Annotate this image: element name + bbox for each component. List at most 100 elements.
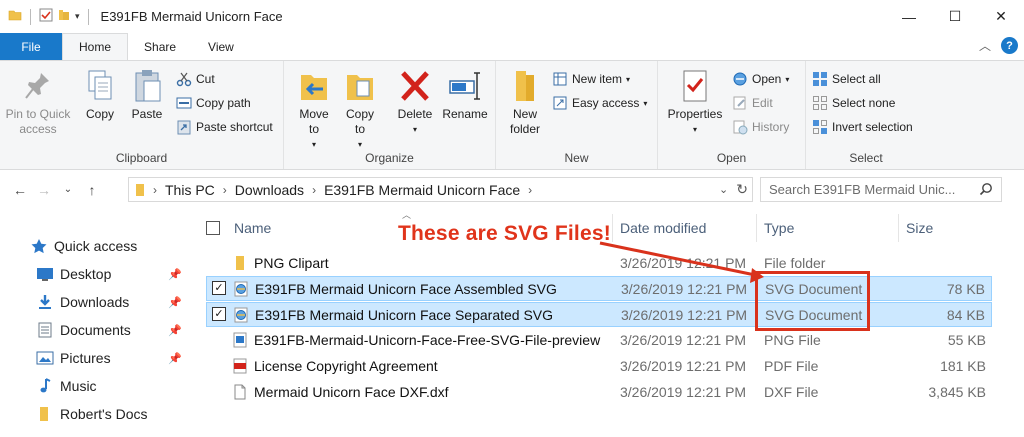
forward-arrow-icon[interactable]: → xyxy=(32,182,56,198)
address-history-chevron-icon[interactable]: ⌄ xyxy=(719,183,728,196)
row-checkbox[interactable]: ✓ xyxy=(212,281,226,295)
column-header-size[interactable]: Size xyxy=(906,208,986,248)
pin-icon[interactable]: 📌 xyxy=(168,268,182,281)
breadcrumb-separator-icon[interactable]: › xyxy=(223,183,227,197)
new-group-label: New xyxy=(564,151,589,165)
file-date: 3/26/2019 12:21 PM xyxy=(620,332,747,348)
nav-item-desktop[interactable]: Desktop 📌 xyxy=(0,260,190,288)
copy-to-button[interactable]: Copy to ▾ xyxy=(340,67,380,152)
address-bar[interactable]: › This PC › Downloads › E391FB Mermaid U… xyxy=(128,177,753,202)
pin-to-quick-access-button[interactable]: Pin to Quick access xyxy=(4,67,72,137)
pin-icon xyxy=(21,67,55,105)
paste-button[interactable]: Paste xyxy=(126,67,168,122)
delete-label: Delete xyxy=(397,107,433,121)
file-row-assembled-svg[interactable]: ✓ E391FB Mermaid Unicorn Face Assembled … xyxy=(206,276,992,301)
breadcrumb-separator-icon[interactable]: › xyxy=(312,183,316,197)
breadcrumb-downloads[interactable]: Downloads xyxy=(235,182,304,198)
recent-locations-chevron-icon[interactable]: ⌄ xyxy=(56,184,80,195)
rename-button[interactable]: Rename xyxy=(440,67,490,122)
minimize-button[interactable]: — xyxy=(886,0,932,33)
select-all-icon xyxy=(812,71,828,87)
close-button[interactable]: ✕ xyxy=(978,0,1024,33)
chevron-down-icon: ▾ xyxy=(692,125,697,134)
file-row-license-pdf[interactable]: License Copyright Agreement 3/26/2019 12… xyxy=(206,354,992,379)
nav-item-documents[interactable]: Documents 📌 xyxy=(0,316,190,344)
breadcrumb-separator-icon[interactable]: › xyxy=(528,183,532,197)
properties-checkmark-icon[interactable] xyxy=(39,8,53,25)
breadcrumb-separator-icon[interactable]: › xyxy=(153,183,157,197)
cut-button[interactable]: Cut xyxy=(176,68,215,90)
search-icon[interactable] xyxy=(979,182,993,199)
pin-icon[interactable]: 📌 xyxy=(168,296,182,309)
downloads-label: Downloads xyxy=(60,294,130,310)
nav-item-quick-access[interactable]: Quick access xyxy=(0,232,190,260)
file-row-dxf[interactable]: Mermaid Unicorn Face DXF.dxf 3/26/2019 1… xyxy=(206,380,992,405)
delete-button[interactable]: Delete ▾ xyxy=(394,67,436,137)
maximize-button[interactable]: ☐ xyxy=(932,0,978,33)
collapse-ribbon-icon[interactable]: ︿ xyxy=(979,37,991,54)
select-all-button[interactable]: Select all xyxy=(812,68,881,90)
breadcrumb-this-pc[interactable]: This PC xyxy=(165,182,215,198)
paste-shortcut-button[interactable]: Paste shortcut xyxy=(176,116,273,138)
file-name: PNG Clipart xyxy=(254,255,329,271)
tab-view[interactable]: View xyxy=(192,33,250,60)
delete-x-icon xyxy=(398,67,432,105)
copy-to-label: Copy to xyxy=(345,107,374,136)
select-none-button[interactable]: Select none xyxy=(812,92,895,114)
invert-selection-button[interactable]: Invert selection xyxy=(812,116,913,138)
column-header-date[interactable]: Date modified xyxy=(620,208,756,248)
documents-label: Documents xyxy=(60,322,131,338)
file-row-separated-svg[interactable]: ✓ E391FB Mermaid Unicorn Face Separated … xyxy=(206,302,992,327)
nav-item-downloads[interactable]: Downloads 📌 xyxy=(0,288,190,316)
refresh-icon[interactable]: ↻ xyxy=(736,181,748,198)
tab-share[interactable]: Share xyxy=(128,33,192,60)
column-header-type[interactable]: Type xyxy=(764,208,894,248)
open-button[interactable]: Open ▾ xyxy=(732,68,789,90)
select-none-label: Select none xyxy=(832,96,896,110)
pin-icon[interactable]: 📌 xyxy=(168,352,182,365)
folder-icon xyxy=(232,255,248,271)
pin-icon[interactable]: 📌 xyxy=(168,324,182,337)
edit-button[interactable]: Edit xyxy=(732,92,773,114)
customize-toolbar-chevron-icon[interactable]: ▾ xyxy=(75,11,80,22)
history-button[interactable]: History xyxy=(732,116,789,138)
select-all-checkbox[interactable] xyxy=(206,221,220,235)
row-checkbox[interactable]: ✓ xyxy=(212,307,226,321)
search-box[interactable]: Search E391FB Mermaid Unic... xyxy=(760,177,1002,202)
move-to-button[interactable]: Move to ▾ xyxy=(294,67,334,152)
new-folder-icon[interactable] xyxy=(57,8,71,25)
chevron-down-icon: ▾ xyxy=(785,74,790,84)
easy-access-button[interactable]: Easy access ▾ xyxy=(552,92,647,114)
copy-button[interactable]: Copy xyxy=(80,67,120,122)
tab-file[interactable]: File xyxy=(0,33,62,60)
paste-icon xyxy=(130,67,164,105)
copy-path-button[interactable]: Copy path xyxy=(176,92,251,114)
tab-home[interactable]: Home xyxy=(62,33,129,60)
column-divider[interactable] xyxy=(898,214,899,242)
file-date: 3/26/2019 12:21 PM xyxy=(620,384,747,400)
invert-selection-label: Invert selection xyxy=(832,120,913,134)
file-date: 3/26/2019 12:21 PM xyxy=(621,281,748,297)
file-row-png-clipart[interactable]: PNG Clipart 3/26/2019 12:21 PM File fold… xyxy=(206,251,992,276)
properties-button[interactable]: Properties ▾ xyxy=(664,67,726,137)
column-divider[interactable] xyxy=(612,214,613,242)
organize-group-label: Organize xyxy=(365,151,414,165)
file-type: File folder xyxy=(764,255,826,271)
open-group-label: Open xyxy=(716,151,747,165)
help-icon[interactable]: ? xyxy=(1001,37,1018,54)
file-date: 3/26/2019 12:21 PM xyxy=(620,255,747,271)
nav-item-music[interactable]: Music xyxy=(0,372,190,400)
column-divider[interactable] xyxy=(756,214,757,242)
toolbar-divider xyxy=(87,8,89,25)
annotation-highlight-box xyxy=(755,271,870,331)
file-row-preview-png[interactable]: E391FB-Mermaid-Unicorn-Face-Free-SVG-Fil… xyxy=(206,328,992,353)
nav-item-roberts-docs[interactable]: Robert's Docs xyxy=(0,400,190,428)
back-arrow-icon[interactable]: ← xyxy=(8,182,32,198)
new-item-button[interactable]: New item ▾ xyxy=(552,68,630,90)
up-arrow-icon[interactable]: ↑ xyxy=(80,182,104,198)
new-folder-button[interactable]: New folder xyxy=(504,67,546,137)
navigation-pane: Quick access Desktop 📌 Downloads 📌 Docum… xyxy=(0,208,190,437)
open-browser-icon xyxy=(732,71,748,87)
breadcrumb-current-folder[interactable]: E391FB Mermaid Unicorn Face xyxy=(324,182,520,198)
nav-item-pictures[interactable]: Pictures 📌 xyxy=(0,344,190,372)
